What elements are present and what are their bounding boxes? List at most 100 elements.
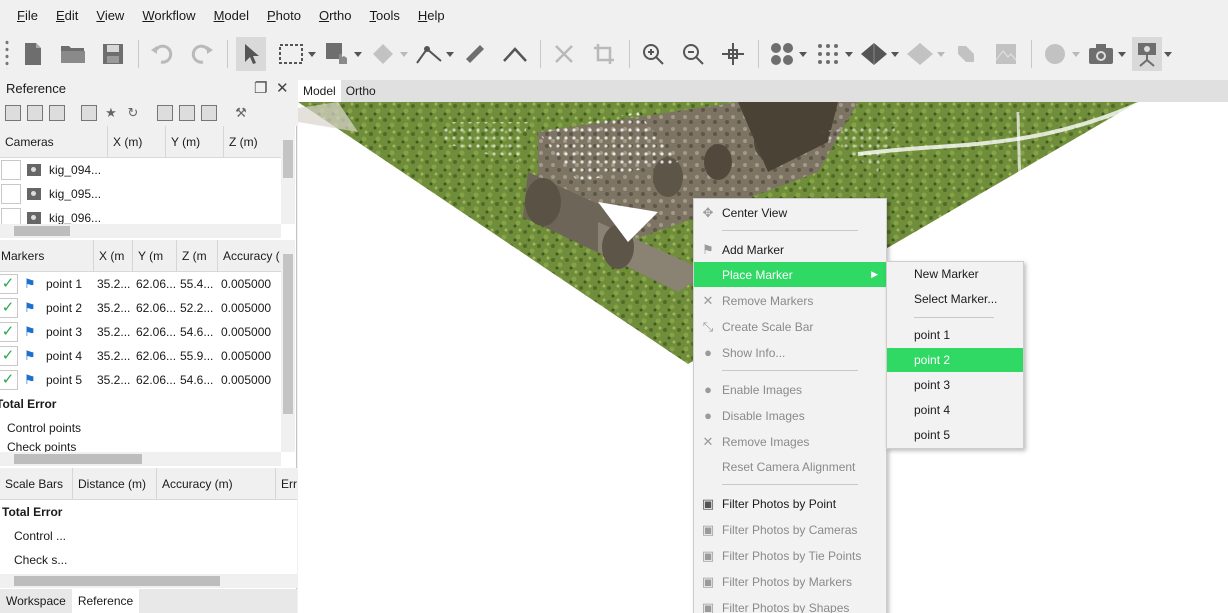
marker-checkbox[interactable]: ✓ [0, 298, 18, 318]
toolbar-grip[interactable] [4, 39, 10, 69]
menu-edit[interactable]: Edit [47, 0, 87, 32]
export-reference-icon[interactable] [27, 105, 43, 121]
submenu-item-point-2[interactable]: point 2 [887, 348, 1023, 372]
cameras-vertical-scrollbar[interactable] [281, 126, 295, 224]
rotate-object-icon[interactable] [368, 37, 408, 71]
dem-icon[interactable] [991, 37, 1021, 71]
menu-item-reset-camera-alignment[interactable]: Reset Camera Alignment [694, 454, 886, 479]
crop-selection-icon[interactable] [589, 37, 619, 71]
marker-row[interactable]: ✓ ⚑ point 2 35.2... 62.06... 52.2... 0.0… [0, 296, 281, 320]
scrollbar-thumb[interactable] [283, 254, 293, 414]
markers-vertical-scrollbar[interactable] [281, 240, 295, 452]
draw-line-icon[interactable] [500, 37, 530, 71]
scrollbar-thumb[interactable] [283, 140, 293, 178]
navigation-arrow-icon[interactable] [236, 37, 266, 71]
star-icon[interactable]: ★ [103, 105, 119, 121]
column-header-error[interactable]: Err [276, 468, 297, 500]
convert-reference-icon[interactable] [49, 105, 65, 121]
check-points-row[interactable]: Check points [0, 440, 281, 452]
submenu-item-select-marker[interactable]: Select Marker... [887, 287, 1023, 311]
control-points-row[interactable]: Control points [0, 416, 281, 440]
column-header-y[interactable]: Y (m [133, 240, 177, 272]
menu-item-remove-markers[interactable]: ✕ Remove Markers [694, 288, 886, 313]
submenu-item-new-marker[interactable]: New Marker [887, 262, 1023, 286]
redo-icon[interactable] [187, 37, 217, 71]
resize-region-icon[interactable] [322, 37, 362, 71]
column-header-z[interactable]: Z (m [177, 240, 218, 272]
tab-model[interactable]: Model [298, 80, 341, 102]
menu-item-filter-by-cameras[interactable]: ▣ Filter Photos by Cameras [694, 517, 886, 542]
camera-row[interactable]: kig_094... [0, 158, 281, 182]
menu-help[interactable]: Help [409, 0, 454, 32]
column-header-accuracy[interactable]: Accuracy ( [218, 240, 281, 272]
submenu-item-point-5[interactable]: point 5 [887, 423, 1023, 447]
menu-file[interactable]: File [8, 0, 47, 32]
zoom-in-icon[interactable] [638, 37, 668, 71]
scale-bars-horizontal-scrollbar[interactable] [0, 574, 297, 588]
new-document-icon[interactable] [18, 37, 48, 71]
tab-workspace[interactable]: Workspace [0, 589, 72, 613]
menu-item-remove-images[interactable]: ✕ Remove Images [694, 429, 886, 454]
draw-polyline-icon[interactable] [414, 37, 454, 71]
camera-checkbox[interactable] [1, 208, 21, 224]
marker-checkbox[interactable]: ✓ [0, 322, 18, 342]
tab-ortho[interactable]: Ortho [341, 80, 381, 102]
camera-row[interactable]: kig_096... [0, 206, 281, 224]
model-textured-icon[interactable] [905, 37, 945, 71]
calculator-icon[interactable] [81, 105, 97, 121]
column-header-cameras[interactable]: Cameras [0, 126, 108, 158]
undo-icon[interactable] [147, 37, 177, 71]
ruler-icon[interactable] [460, 37, 490, 71]
camera-checkbox[interactable] [1, 184, 21, 204]
settings-tools-icon[interactable]: ⚒ [233, 105, 249, 121]
scrollbar-thumb[interactable] [14, 226, 70, 236]
menu-item-create-scale-bar[interactable]: ⤡ Create Scale Bar [694, 314, 886, 339]
marker-checkbox[interactable]: ✓ [0, 346, 18, 366]
menu-photo[interactable]: Photo [258, 0, 310, 32]
markers-horizontal-scrollbar[interactable] [0, 452, 281, 466]
import-reference-icon[interactable] [5, 105, 21, 121]
menu-item-add-marker[interactable]: ⚑ Add Marker [694, 237, 886, 262]
camera-icon[interactable] [1086, 37, 1126, 71]
camera-row[interactable]: kig_095... [0, 182, 281, 206]
view-errors-icon[interactable] [201, 105, 217, 121]
stereo-camera-icon[interactable] [1132, 37, 1172, 71]
scrollbar-thumb[interactable] [14, 576, 220, 586]
column-header-x[interactable]: X (m [94, 240, 133, 272]
menu-item-place-marker[interactable]: Place Marker ▶ [694, 262, 886, 287]
control-scale-bars-row[interactable]: Control ... [0, 524, 297, 548]
point-cloud-icon[interactable] [813, 37, 853, 71]
column-header-markers[interactable]: Markers [0, 240, 94, 272]
marker-checkbox[interactable]: ✓ [0, 274, 18, 294]
menu-item-filter-by-markers[interactable]: ▣ Filter Photos by Markers [694, 569, 886, 594]
save-icon[interactable] [98, 37, 128, 71]
refresh-icon[interactable]: ↻ [125, 105, 141, 121]
tab-reference[interactable]: Reference [71, 589, 140, 613]
tiled-model-icon[interactable] [951, 37, 981, 71]
reset-view-icon[interactable] [718, 37, 748, 71]
model-solid-icon[interactable] [859, 37, 899, 71]
check-scale-bars-row[interactable]: Check s... [0, 548, 297, 572]
marker-row[interactable]: ✓ ⚑ point 4 35.2... 62.06... 55.9... 0.0… [0, 344, 281, 368]
menu-model[interactable]: Model [205, 0, 258, 32]
submenu-item-point-3[interactable]: point 3 [887, 373, 1023, 397]
column-header-y[interactable]: Y (m) [166, 126, 224, 158]
menu-tools[interactable]: Tools [361, 0, 409, 32]
column-header-scale-bars[interactable]: Scale Bars [0, 468, 73, 500]
column-header-accuracy[interactable]: Accuracy (m) [157, 468, 276, 500]
close-panel-icon[interactable]: ✕ [276, 79, 289, 97]
marker-row[interactable]: ✓ ⚑ point 1 35.2... 62.06... 55.4... 0.0… [0, 272, 281, 296]
globe-icon[interactable] [1040, 37, 1080, 71]
column-header-distance[interactable]: Distance (m) [73, 468, 157, 500]
marker-row[interactable]: ✓ ⚑ point 3 35.2... 62.06... 54.6... 0.0… [0, 320, 281, 344]
menu-item-filter-by-tie-points[interactable]: ▣ Filter Photos by Tie Points [694, 543, 886, 568]
rectangle-selection-icon[interactable] [276, 37, 316, 71]
show-cameras-icon[interactable] [767, 37, 807, 71]
menu-ortho[interactable]: Ortho [310, 0, 361, 32]
view-estimated-icon[interactable] [179, 105, 195, 121]
menu-item-center-view[interactable]: ✥ Center View [694, 200, 886, 225]
menu-item-filter-by-shapes[interactable]: ▣ Filter Photos by Shapes [694, 595, 886, 613]
menu-workflow[interactable]: Workflow [133, 0, 204, 32]
camera-checkbox[interactable] [1, 160, 21, 180]
column-header-x[interactable]: X (m) [108, 126, 166, 158]
